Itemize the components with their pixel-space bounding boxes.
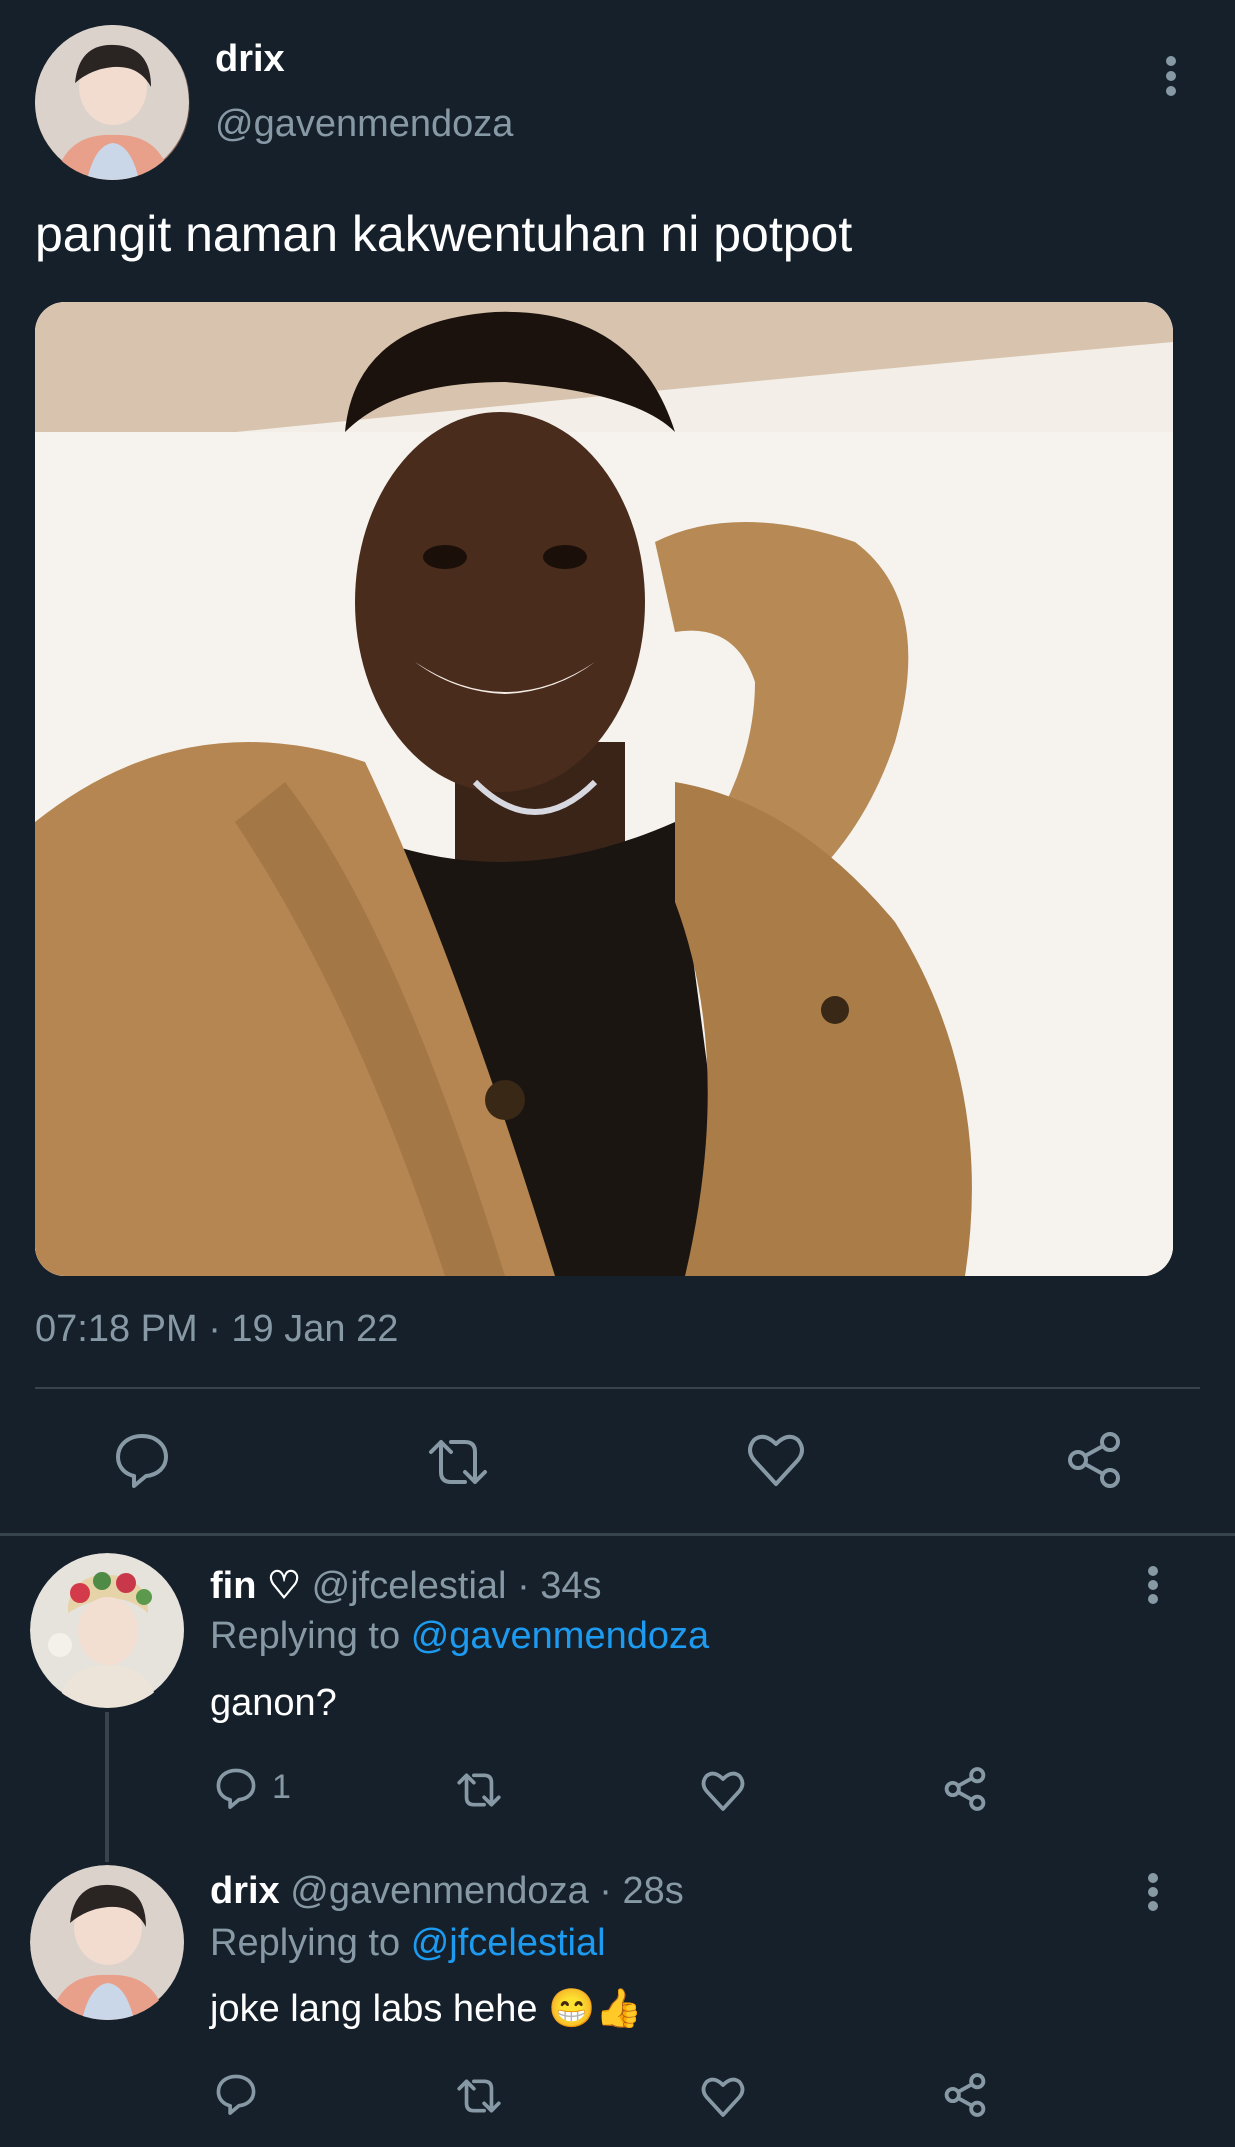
share-icon[interactable] [942, 1766, 988, 1812]
author-display-name[interactable]: drix [215, 38, 285, 81]
reply-time: · 28s [599, 1870, 684, 1912]
thread-line [105, 1712, 109, 1862]
reply-text: ganon? [210, 1682, 337, 1724]
like-icon[interactable] [746, 1432, 806, 1488]
reply-display-name[interactable]: fin ♡ [210, 1565, 301, 1607]
tweet-timestamp: 07:18 PM · 19 Jan 22 [35, 1308, 399, 1350]
more-icon[interactable] [1142, 1565, 1164, 1605]
author-handle[interactable]: @gavenmendoza [215, 103, 513, 146]
reply-time: · 34s [517, 1565, 602, 1607]
reply-count: 1 [272, 1768, 291, 1806]
reply-avatar[interactable] [30, 1553, 185, 1708]
reply-icon[interactable] [214, 2072, 258, 2116]
replying-prefix: Replying to [210, 1922, 401, 1964]
replying-prefix: Replying to [210, 1615, 401, 1657]
replying-to-link[interactable]: @jfcelestial [411, 1922, 606, 1964]
reply-header: fin ♡ @jfcelestial · 34s [210, 1563, 602, 1608]
more-icon[interactable] [1142, 1872, 1164, 1912]
reply-avatar[interactable] [30, 1865, 185, 2020]
reply-text-line: joke lang labs hehe 😁👍 [210, 1987, 643, 2031]
like-icon[interactable] [700, 1770, 746, 1812]
reply-icon[interactable] [112, 1430, 172, 1490]
share-icon[interactable] [942, 2072, 988, 2118]
author-avatar[interactable] [35, 25, 190, 180]
emoji: 😁👍 [548, 1988, 643, 2030]
reply-header: drix @gavenmendoza · 28s [210, 1870, 684, 1913]
reply-display-name[interactable]: drix [210, 1870, 280, 1912]
replying-to-line: Replying to @jfcelestial [210, 1922, 606, 1965]
tweet-image[interactable] [35, 302, 1173, 1276]
more-icon[interactable] [1160, 55, 1182, 97]
like-icon[interactable] [700, 2076, 746, 2118]
replying-to-link[interactable]: @gavenmendoza [411, 1615, 709, 1657]
divider [35, 1387, 1200, 1389]
tweet-text: pangit naman kakwentuhan ni potpot [35, 206, 853, 262]
replying-to-line: Replying to @gavenmendoza [210, 1615, 709, 1658]
reply-handle[interactable]: @jfcelestial [312, 1565, 507, 1607]
retweet-icon[interactable] [425, 1432, 491, 1492]
section-divider [0, 1533, 1235, 1536]
reply-icon[interactable] [214, 1766, 258, 1810]
retweet-icon[interactable] [452, 2074, 506, 2118]
retweet-icon[interactable] [452, 1768, 506, 1812]
share-icon[interactable] [1064, 1430, 1124, 1490]
reply-handle[interactable]: @gavenmendoza [290, 1870, 588, 1912]
reply-text: joke lang labs hehe [210, 1988, 538, 2030]
